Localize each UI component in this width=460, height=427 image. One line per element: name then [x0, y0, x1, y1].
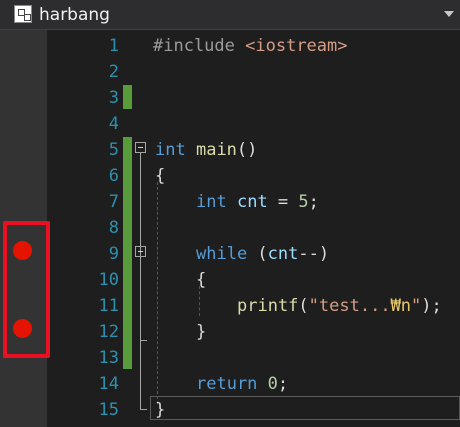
line-number: 1	[108, 36, 119, 56]
string-literal-end: "	[411, 296, 422, 316]
code-line-6[interactable]: {	[155, 163, 165, 189]
line-number: 5	[108, 140, 119, 160]
close-brace: }	[196, 322, 207, 342]
line-number: 9	[108, 244, 119, 264]
code-line-12[interactable]: }	[196, 319, 206, 345]
line-number: 3	[108, 88, 119, 108]
line-number: 4	[108, 114, 119, 134]
line-number: 10	[98, 270, 119, 290]
line-number: 15	[98, 400, 119, 420]
code-line-9[interactable]: while (cnt--)	[196, 241, 329, 267]
code-line-5[interactable]: int main()	[155, 137, 257, 163]
code-line-7[interactable]: int cnt = 5;	[196, 189, 319, 215]
code-line-14[interactable]: return 0;	[196, 371, 288, 397]
code-line-11[interactable]: printf("test...₩n");	[237, 293, 442, 319]
change-indicator	[123, 137, 132, 369]
variable-cnt: cnt	[236, 192, 268, 212]
escape-sequence: ₩n	[390, 296, 412, 316]
function-call-printf: printf	[237, 296, 299, 316]
open-paren: (	[298, 296, 309, 316]
class-diagram-icon	[14, 5, 32, 23]
line-number: 12	[98, 322, 119, 342]
semicolon: ;	[277, 374, 289, 394]
keyword-while: while	[196, 244, 248, 264]
collapse-icon[interactable]	[135, 246, 146, 257]
indent-guide	[157, 182, 158, 404]
fold-guide-end	[140, 340, 147, 341]
file-title-bar[interactable]: harbang	[0, 0, 460, 30]
keyword-int: int	[196, 192, 227, 212]
semicolon: ;	[308, 192, 319, 212]
line-number: 6	[108, 166, 119, 186]
fold-guide-end	[140, 409, 147, 410]
line-number-gutter: 1 2 3 4 5 6 7 8 9 10 11 12 13 14 15	[47, 30, 119, 427]
parens: ()	[236, 140, 258, 160]
line-number: 8	[108, 218, 119, 238]
keyword-return: return	[196, 374, 258, 394]
close-paren-semicolon: );	[421, 296, 442, 316]
breakpoint-highlight-box	[3, 221, 50, 358]
keyword-int: int	[155, 140, 186, 160]
chevron-down-icon[interactable]	[444, 11, 454, 17]
number-literal: 5	[298, 192, 309, 212]
string-literal: "test...	[308, 296, 391, 316]
line-number: 7	[108, 192, 119, 212]
line-number: 2	[108, 62, 119, 82]
collapse-icon[interactable]	[135, 142, 146, 153]
variable-cnt: cnt	[267, 244, 299, 264]
open-brace: {	[196, 270, 207, 290]
include-header: <iostream>	[245, 36, 348, 56]
code-line-10[interactable]: {	[196, 267, 206, 293]
close-brace: }	[155, 400, 166, 420]
line-number: 14	[98, 374, 119, 394]
line-number: 11	[98, 296, 119, 316]
open-brace: {	[155, 166, 166, 186]
decrement-operator: --)	[298, 244, 330, 264]
current-line-highlight	[150, 396, 460, 420]
code-line-1[interactable]: #include <iostream>	[153, 33, 348, 59]
open-paren: (	[247, 244, 268, 264]
fold-guide-line	[140, 257, 141, 340]
change-indicator	[123, 85, 132, 109]
code-line-15[interactable]: }	[155, 397, 165, 423]
file-name-label: harbang	[39, 5, 110, 25]
assign-operator: =	[267, 192, 299, 212]
preprocessor-directive: #include	[153, 36, 235, 56]
number-literal: 0	[267, 374, 278, 394]
function-name-main: main	[195, 140, 237, 160]
line-number: 13	[98, 348, 119, 368]
